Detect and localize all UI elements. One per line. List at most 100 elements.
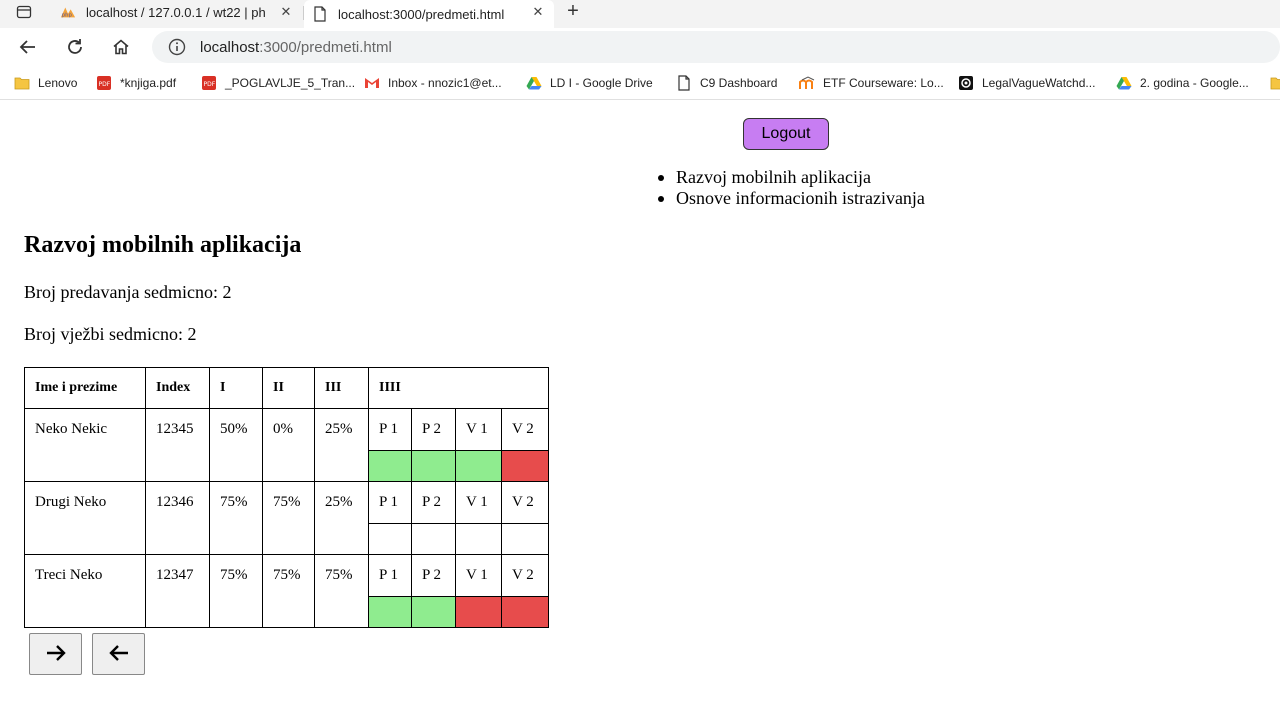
bookmark-lenovo[interactable]: Lenovo: [14, 73, 77, 93]
bookmark-label: C9 Dashboard: [700, 76, 778, 90]
svg-text:PDF: PDF: [204, 81, 216, 88]
bookmark-label: Inbox - nnozic1@et...: [388, 76, 502, 90]
exercises-per-week: Broj vježbi sedmicno: 2: [24, 324, 197, 344]
attendance-week-3: 25%: [314, 481, 369, 555]
tab-title: localhost:3000/predmeti.html: [338, 6, 505, 22]
bookmark-inbox[interactable]: Inbox - nnozic1@et...: [364, 73, 502, 93]
bookmark-legalvague[interactable]: LegalVagueWatchd...: [958, 73, 1095, 93]
subject-title: Razvoj mobilnih aplikacija: [24, 232, 302, 258]
arrow-left-icon: [108, 644, 130, 665]
table-row: Treci Neko 12347 75% 75% 75% P 1 P 2 V 1…: [24, 554, 549, 628]
back-icon[interactable]: [14, 34, 42, 60]
tab-predmeti[interactable]: localhost:3000/predmeti.html ✕: [304, 0, 554, 28]
folder-icon: [1270, 75, 1280, 91]
bookmark-godina-drive[interactable]: 2. godina - Google...: [1116, 73, 1249, 93]
attendance-table: Ime i prezime Index I II III IIII Neko N…: [24, 367, 549, 628]
bookmark-ld-drive[interactable]: LD I - Google Drive: [526, 73, 653, 93]
attendance-status-cell[interactable]: [368, 523, 412, 555]
attendance-week-2: 75%: [262, 481, 315, 555]
class-label: P 1: [368, 554, 412, 597]
attendance-status-cell[interactable]: [411, 523, 456, 555]
tab-title: localhost / 127.0.0.1 / wt22 | php: [86, 4, 266, 20]
column-header: I: [209, 367, 263, 409]
drive-icon: [1116, 75, 1132, 91]
attendance-status-cell[interactable]: [411, 450, 456, 482]
tab-bar: php localhost / 127.0.0.1 / wt22 | php ✕…: [0, 0, 1280, 28]
attendance-week-2: 75%: [262, 554, 315, 628]
phpmyadmin-icon: php: [60, 4, 76, 20]
url-host: localhost: [200, 38, 260, 56]
subject-link[interactable]: Razvoj mobilnih aplikacija: [658, 167, 925, 188]
class-label: V 2: [501, 554, 549, 597]
attendance-status-cell[interactable]: [455, 450, 502, 482]
class-label: V 2: [501, 408, 549, 451]
attendance-status-cell[interactable]: [411, 596, 456, 628]
page-content: Logout Razvoj mobilnih aplikacija Osnove…: [0, 101, 1280, 720]
close-tab-icon[interactable]: ✕: [278, 4, 294, 20]
table-row: Neko Nekic 12345 50% 0% 25% P 1 P 2 V 1 …: [24, 408, 549, 482]
class-label: V 1: [455, 408, 502, 451]
class-label: V 1: [455, 554, 502, 597]
student-index: 12346: [145, 481, 210, 555]
previous-week-button[interactable]: [92, 633, 145, 675]
next-week-button[interactable]: [29, 633, 82, 675]
class-label: P 2: [411, 408, 456, 451]
logout-button[interactable]: Logout: [743, 118, 829, 150]
student-index: 12347: [145, 554, 210, 628]
attendance-week-1: 75%: [209, 554, 263, 628]
page-icon: [676, 75, 692, 91]
attendance-status-cell[interactable]: [368, 450, 412, 482]
table-header-row: Ime i prezime Index I II III IIII: [24, 367, 549, 409]
folder-icon: [14, 75, 30, 91]
svg-text:php: php: [62, 12, 73, 18]
student-index: 12345: [145, 408, 210, 482]
tab-phpmyadmin[interactable]: php localhost / 127.0.0.1 / wt22 | php ✕: [52, 0, 302, 24]
arrow-right-icon: [45, 644, 67, 665]
new-tab-icon[interactable]: +: [562, 0, 584, 22]
column-header: Ime i prezime: [24, 367, 146, 409]
attendance-status-cell[interactable]: [501, 596, 549, 628]
bookmark-label: LD I - Google Drive: [550, 76, 653, 90]
attendance-week-3: 25%: [314, 408, 369, 482]
gmail-icon: [364, 75, 380, 91]
bookmark-label: *knjiga.pdf: [120, 76, 177, 90]
reload-icon[interactable]: [61, 34, 89, 60]
class-label: V 1: [455, 481, 502, 524]
tab-actions-icon[interactable]: [10, 1, 38, 23]
student-name: Drugi Neko: [24, 481, 146, 555]
attendance-status-cell[interactable]: [455, 523, 502, 555]
bookmark-label: Lenovo: [38, 76, 78, 90]
attendance-status-cell[interactable]: [455, 596, 502, 628]
subject-link[interactable]: Osnove informacionih istrazivanja: [658, 188, 925, 209]
bookmark-knjiga[interactable]: PDF *knjiga.pdf: [96, 73, 176, 93]
pdf-icon: PDF: [201, 75, 217, 91]
home-icon[interactable]: [107, 34, 135, 60]
student-name: Treci Neko: [24, 554, 146, 628]
close-tab-icon[interactable]: ✕: [530, 4, 546, 20]
attendance-status-cell[interactable]: [368, 596, 412, 628]
column-header: II: [262, 367, 315, 409]
class-label: P 1: [368, 408, 412, 451]
column-header: IIII: [368, 367, 549, 409]
class-label: P 2: [411, 481, 456, 524]
class-label: P 2: [411, 554, 456, 597]
svg-text:PDF: PDF: [99, 81, 111, 88]
bookmark-label: _POGLAVLJE_5_Tran...: [225, 76, 356, 90]
column-header: Index: [145, 367, 210, 409]
site-info-icon[interactable]: [168, 38, 186, 56]
bookmark-c9[interactable]: C9 Dashboard: [676, 73, 777, 93]
attendance-status-cell[interactable]: [501, 523, 549, 555]
address-bar[interactable]: localhost:3000/predmeti.html: [152, 31, 1280, 63]
bookmark-label: LegalVagueWatchd...: [982, 76, 1096, 90]
url-path: :3000/predmeti.html: [259, 38, 392, 56]
bookmark-label: ETF Courseware: Lo...: [823, 76, 944, 90]
attendance-week-1: 50%: [209, 408, 263, 482]
bookmark-etf[interactable]: ETF Courseware: Lo...: [799, 73, 944, 93]
bookmark-poglavlje[interactable]: PDF _POGLAVLJE_5_Tran...: [201, 73, 355, 93]
url-text: localhost:3000/predmeti.html: [200, 39, 392, 56]
browser-toolbar: localhost:3000/predmeti.html: [0, 28, 1280, 66]
attendance-status-cell[interactable]: [501, 450, 549, 482]
bookmark-overflow-folder[interactable]: [1270, 73, 1280, 93]
column-header: III: [314, 367, 369, 409]
bookmarks-bar: Lenovo PDF *knjiga.pdf PDF _POGLAVLJE_5_…: [0, 66, 1280, 100]
